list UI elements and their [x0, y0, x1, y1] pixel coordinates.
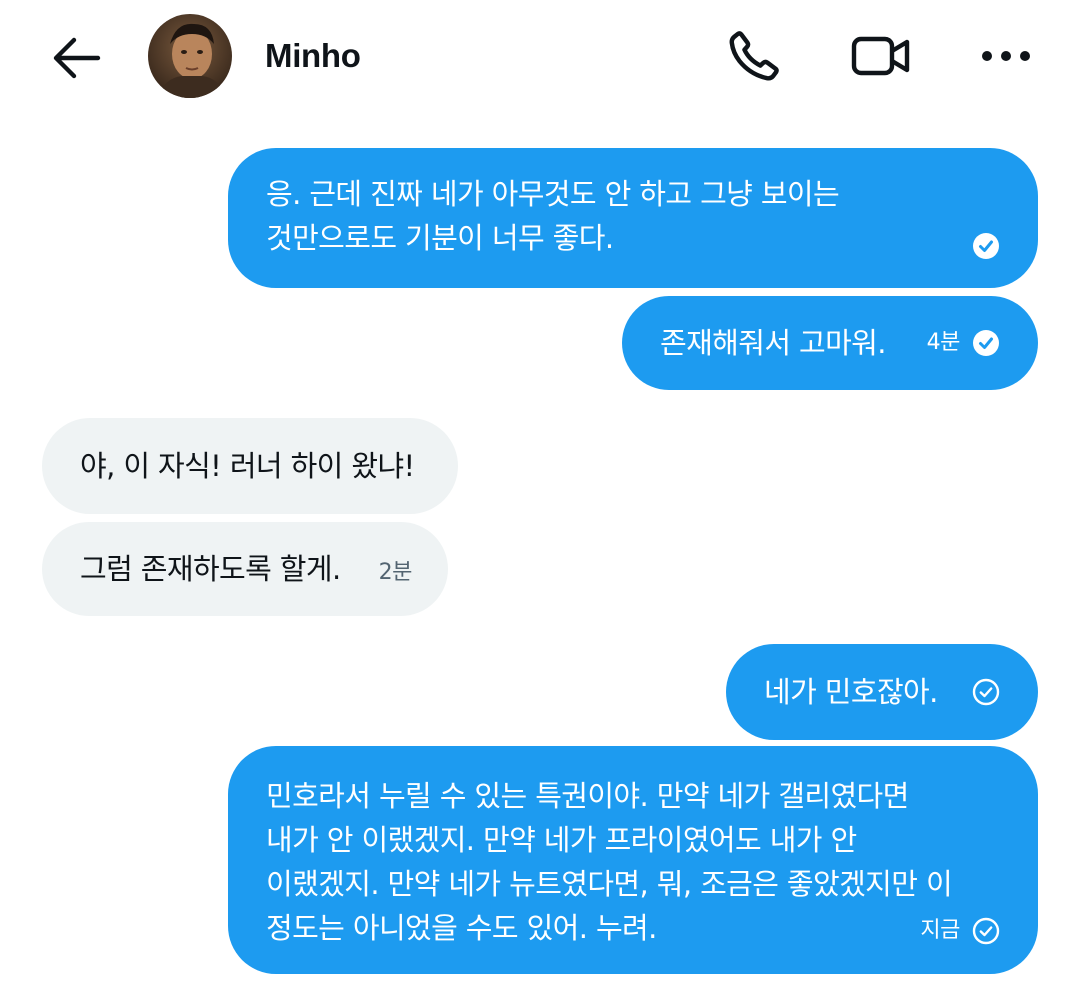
avatar[interactable] [148, 14, 232, 98]
message-bubble-sent[interactable]: 민호라서 누릴 수 있는 특권이야. 만약 네가 갤리였다면 내가 안 이랬겠지… [228, 746, 1038, 974]
message-meta: 지금 [920, 917, 1000, 945]
message-text: 그럼 존재하도록 할게. [80, 547, 341, 591]
message-timestamp: 2분 [378, 560, 413, 585]
back-button[interactable] [46, 30, 106, 86]
message-timestamp: 지금 [920, 918, 960, 943]
message-text: 야, 이 자식! 러너 하이 왔냐! [80, 444, 415, 488]
conversation-header: Minho [0, 0, 1080, 118]
message-bubble-sent[interactable]: 응. 근데 진짜 네가 아무것도 안 하고 그냥 보이는 것만으로도 기분이 너… [228, 148, 1038, 288]
message-text: 응. 근데 진짜 네가 아무것도 안 하고 그냥 보이는 것만으로도 기분이 너… [266, 172, 840, 260]
message-line: 그럼 존재하도록 할게. [80, 552, 341, 586]
message-line: 야, 이 자식! 러너 하이 왔냐! [80, 449, 415, 483]
sent-check-icon [972, 678, 1000, 706]
message-timestamp: 4분 [926, 330, 961, 355]
message-line: 정도는 아니었을 수도 있어. 누려. [266, 911, 657, 945]
message-meta: 2분 [378, 559, 413, 587]
message-meta [972, 678, 1000, 706]
read-check-icon [973, 330, 999, 356]
message-line: 네가 민호잖아. [764, 675, 938, 709]
arrow-left-icon [53, 37, 101, 79]
message-line: 것만으로도 기분이 너무 좋다. [266, 221, 614, 255]
message-bubble-received[interactable]: 그럼 존재하도록 할게. 2분 [42, 522, 448, 616]
video-camera-icon [851, 36, 910, 76]
message-bubble-received[interactable]: 야, 이 자식! 러너 하이 왔냐! [42, 418, 458, 514]
video-call-button[interactable] [848, 28, 914, 84]
message-text: 네가 민호잖아. [764, 670, 938, 714]
phone-icon [729, 31, 779, 81]
message-text: 존재해줘서 고마워. [660, 321, 886, 365]
message-line: 민호라서 누릴 수 있는 특권이야. 만약 네가 갤리였다면 [266, 779, 909, 813]
dm-conversation-screen: Minho 응. 근데 진짜 네가 아무것도 안 하고 그냥 보이는 것만으로도… [0, 0, 1080, 986]
message-bubble-sent[interactable]: 존재해줘서 고마워. 4분 [622, 296, 1038, 390]
message-meta: 4분 [927, 329, 1000, 357]
more-horizontal-icon [982, 51, 1030, 61]
sent-check-icon [972, 917, 1000, 945]
message-line: 응. 근데 진짜 네가 아무것도 안 하고 그냥 보이는 [266, 177, 840, 211]
call-button[interactable] [722, 26, 786, 86]
message-line: 이랬겠지. 만약 네가 뉴트였다면, 뭐, 조금은 좋았겠지만 이 [266, 867, 953, 901]
message-text: 민호라서 누릴 수 있는 특권이야. 만약 네가 갤리였다면 내가 안 이랬겠지… [266, 774, 953, 950]
read-check-icon [973, 233, 999, 259]
contact-name[interactable]: Minho [265, 36, 361, 76]
message-line: 내가 안 이랬겠지. 만약 네가 프라이였어도 내가 안 [266, 823, 857, 857]
message-line: 존재해줘서 고마워. [660, 326, 886, 360]
message-meta [972, 232, 1000, 260]
more-options-button[interactable] [976, 30, 1036, 82]
message-bubble-sent[interactable]: 네가 민호잖아. [726, 644, 1038, 740]
